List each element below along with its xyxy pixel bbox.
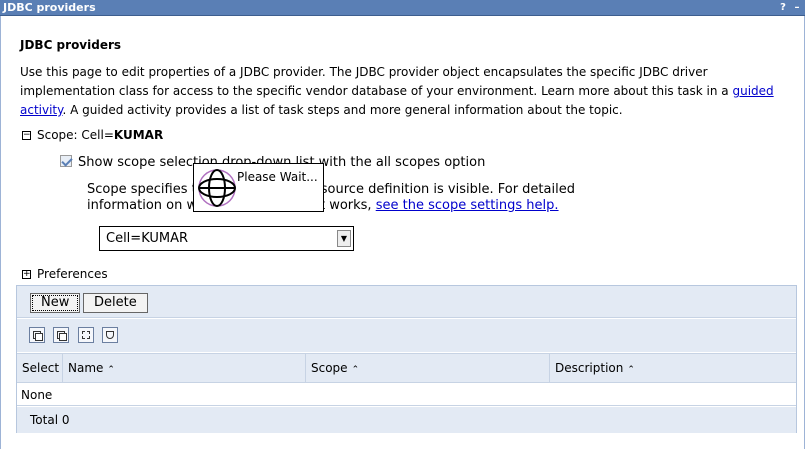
deselect-all-icon[interactable] — [53, 327, 69, 343]
chevron-down-icon[interactable]: ▼ — [337, 230, 351, 247]
window-controls: ? – — [777, 1, 803, 14]
delete-button[interactable]: Delete — [83, 293, 148, 313]
column-label-select: Select — [22, 361, 60, 375]
scope-desc-2: resource definition is visible. For deta… — [307, 182, 575, 197]
loading-globe-icon — [198, 169, 236, 207]
sort-icon[interactable]: ⌃ — [107, 365, 115, 375]
scope-select[interactable]: Cell=KUMAR ▼ — [99, 226, 354, 251]
scope-label: Scope: Cell= — [37, 128, 114, 142]
column-header-name[interactable]: Name ⌃ — [63, 354, 306, 382]
preferences-label: Preferences — [37, 267, 108, 281]
scope-section-header[interactable]: − Scope: Cell=KUMAR — [22, 128, 163, 142]
column-label-name: Name — [68, 361, 104, 375]
preferences-section-header[interactable]: + Preferences — [22, 267, 108, 281]
please-wait-popup: Please Wait... — [193, 163, 324, 212]
page-description: Use this page to edit properties of a JD… — [20, 63, 795, 120]
scope-settings-help-link[interactable]: see the scope settings help. — [376, 198, 559, 213]
scope-description: Scope specifies t resource definition is … — [87, 182, 607, 214]
column-label-description: Description — [555, 361, 624, 375]
button-bar: New Delete — [17, 286, 796, 318]
show-filter-icon[interactable] — [78, 327, 94, 343]
collapse-icon[interactable]: − — [22, 131, 31, 140]
table-header: Select Name ⌃ Scope ⌃ Description ⌃ — [17, 353, 796, 383]
table-total: Total 0 — [17, 407, 796, 433]
scope-desc-3: information on wh — [87, 198, 206, 213]
scope-desc-1: Scope specifies t — [87, 182, 197, 197]
minimize-icon[interactable]: – — [791, 1, 803, 14]
column-header-scope[interactable]: Scope ⌃ — [306, 354, 550, 382]
intro-text-2: . A guided activity provides a list of t… — [62, 103, 623, 117]
window-title-bar: JDBC providers ? – — [0, 0, 805, 16]
page-title: JDBC providers — [20, 38, 122, 52]
help-icon[interactable]: ? — [777, 1, 789, 14]
new-button[interactable]: New — [30, 293, 81, 313]
window-title: JDBC providers — [3, 1, 96, 14]
sort-icon[interactable]: ⌃ — [627, 365, 635, 375]
scope-cell-name: KUMAR — [113, 128, 164, 142]
scope-select-value: Cell=KUMAR — [106, 231, 189, 246]
clear-filter-icon[interactable] — [102, 327, 118, 343]
table-icon-toolbar — [17, 319, 796, 352]
column-header-select: Select — [17, 354, 63, 382]
select-all-icon[interactable] — [29, 327, 45, 343]
show-scope-checkbox[interactable] — [60, 155, 72, 167]
please-wait-text: Please Wait... — [237, 170, 318, 184]
column-header-description[interactable]: Description ⌃ — [550, 354, 796, 382]
providers-table-panel: New Delete Select Name ⌃ Scope ⌃ Descripti… — [16, 285, 797, 433]
table-empty-row: None — [17, 384, 796, 406]
intro-text-1: Use this page to edit properties of a JD… — [20, 65, 733, 98]
sort-icon[interactable]: ⌃ — [352, 365, 360, 375]
column-label-scope: Scope — [311, 361, 348, 375]
scope-desc-4: it works, — [316, 198, 376, 213]
expand-icon[interactable]: + — [22, 270, 31, 279]
